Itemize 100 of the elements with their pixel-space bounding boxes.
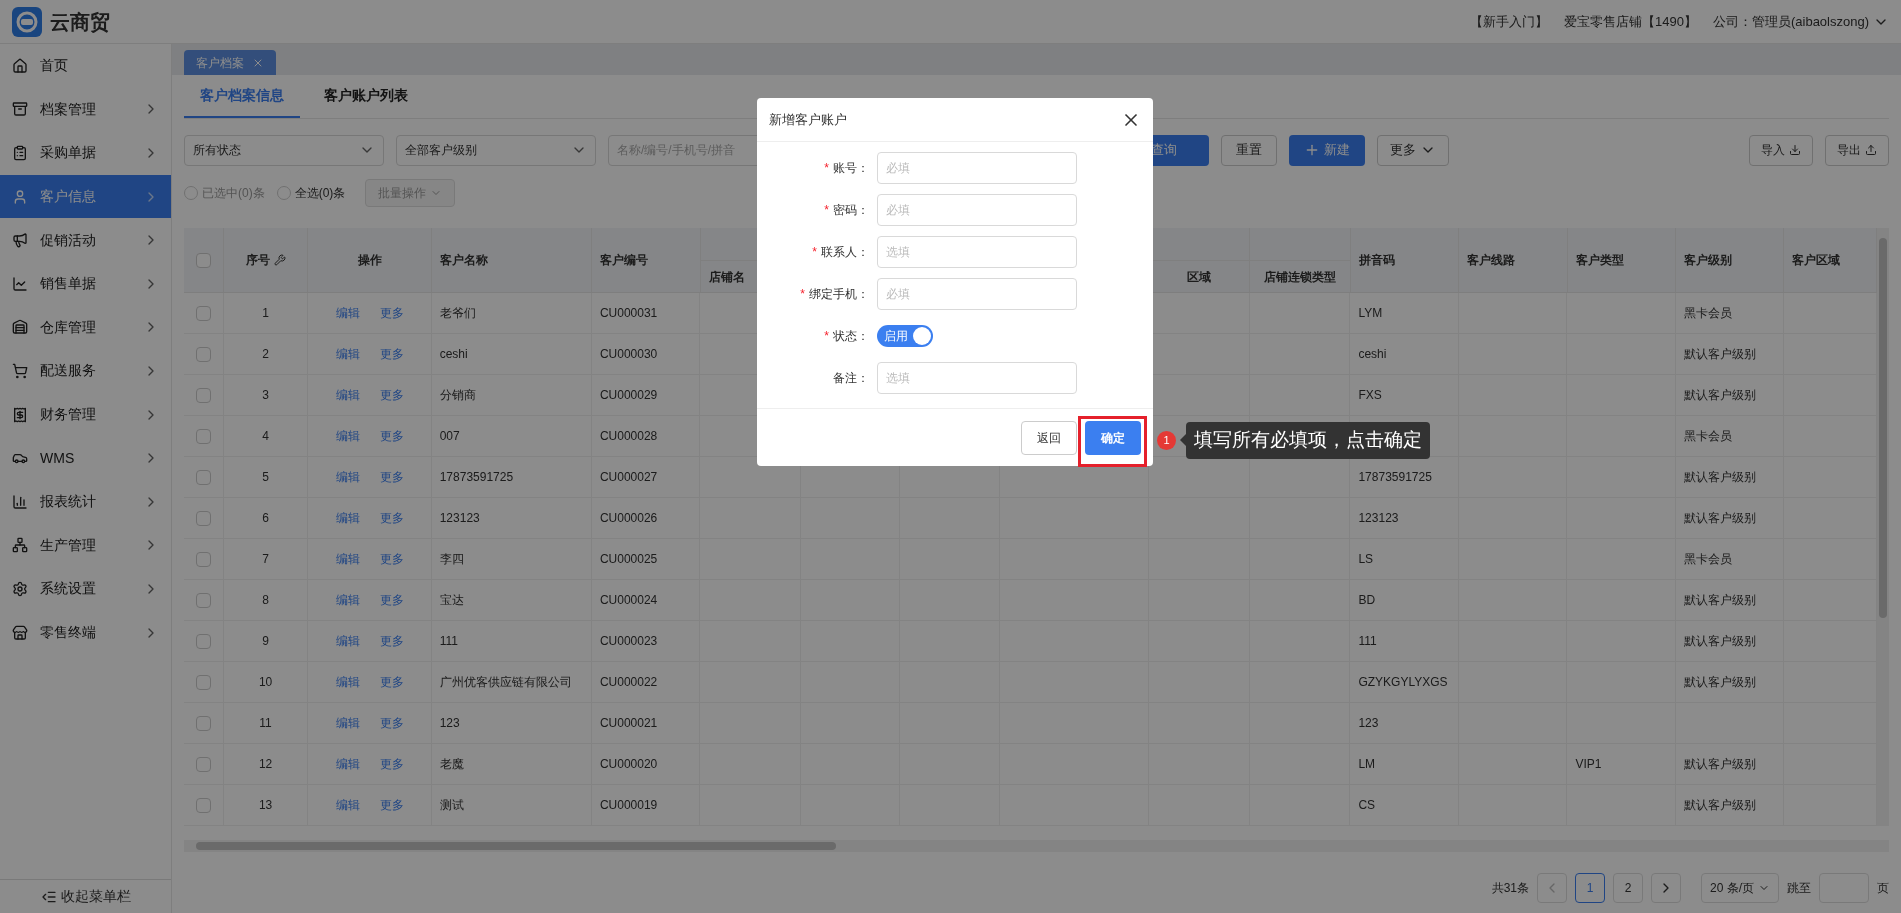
action-link[interactable]: 更多 (379, 468, 404, 486)
input-field[interactable]: 必填 (877, 152, 1077, 184)
action-link[interactable]: 更多 (379, 550, 404, 568)
next-page-button[interactable] (1651, 873, 1681, 903)
action-link[interactable]: 编辑 (335, 304, 360, 322)
table-cell-text: CU000026 (599, 510, 658, 527)
action-link[interactable]: 编辑 (335, 591, 360, 609)
checkbox[interactable] (195, 510, 211, 526)
checkbox[interactable] (195, 305, 211, 321)
level-dropdown[interactable]: 全部客户级别 (396, 134, 596, 166)
wrench-icon[interactable] (273, 254, 286, 266)
action-link[interactable]: 编辑 (335, 468, 360, 486)
header-link[interactable]: 爱宝零售店铺【1490】 (1564, 11, 1697, 32)
action-link[interactable]: 更多 (379, 509, 404, 527)
table-cell-text: CU000027 (599, 469, 658, 486)
action-link[interactable]: 编辑 (335, 796, 360, 814)
column-header: 操作 (357, 252, 382, 269)
page-tab[interactable]: 客户档案 (184, 50, 276, 75)
page-button[interactable]: 2 (1613, 873, 1643, 903)
action-link[interactable]: 编辑 (335, 714, 360, 732)
sidebar-item[interactable]: 档案管理 (0, 87, 171, 132)
action-link[interactable]: 更多 (379, 386, 404, 404)
reset-button[interactable]: 重置 (1221, 134, 1277, 166)
import-button[interactable]: 导入 (1749, 134, 1813, 166)
sub-tab[interactable]: 客户档案信息 (184, 75, 300, 118)
table-cell-text: 宝达 (439, 592, 464, 609)
table-cell-text: 默认客户级别 (1683, 674, 1756, 691)
vertical-scrollbar[interactable] (1877, 228, 1889, 826)
action-link[interactable]: 更多 (379, 673, 404, 691)
checkbox[interactable] (195, 674, 211, 690)
checkbox[interactable] (195, 469, 211, 485)
action-link[interactable]: 更多 (379, 591, 404, 609)
action-link[interactable]: 更多 (379, 755, 404, 773)
column-header: 客户线路 (1467, 252, 1515, 269)
sidebar-item[interactable]: 零售终端 (0, 610, 171, 655)
action-link[interactable]: 更多 (379, 632, 404, 650)
table-cell-text: 123123 (1358, 510, 1399, 527)
action-link[interactable]: 编辑 (335, 345, 360, 363)
table-cell-text: 默认客户级别 (1683, 346, 1756, 363)
sidebar-item[interactable]: 仓库管理 (0, 305, 171, 350)
checkbox[interactable] (195, 428, 211, 444)
action-link[interactable]: 更多 (379, 304, 404, 322)
table-cell-text: 默认客户级别 (1683, 387, 1756, 404)
more-button[interactable]: 更多 (1377, 134, 1449, 166)
sidebar-item[interactable]: 财务管理 (0, 392, 171, 437)
sub-tab[interactable]: 客户账户列表 (308, 75, 424, 118)
menu-item-icon (12, 624, 28, 641)
action-link[interactable]: 更多 (379, 796, 404, 814)
checkbox[interactable] (195, 346, 211, 362)
checkbox[interactable] (195, 756, 211, 772)
action-link[interactable]: 编辑 (335, 550, 360, 568)
input-field[interactable]: 选填 (877, 236, 1077, 268)
table-cell-text: 9 (262, 633, 269, 650)
create-button[interactable]: 新建 (1289, 134, 1365, 166)
page-size-dropdown[interactable]: 20 条/页 (1701, 873, 1779, 903)
action-link[interactable]: 更多 (379, 714, 404, 732)
action-link[interactable]: 编辑 (335, 632, 360, 650)
action-link[interactable]: 更多 (379, 427, 404, 445)
table-cell-text: 默认客户级别 (1683, 469, 1756, 486)
checkbox[interactable] (195, 592, 211, 608)
status-switch[interactable]: 启用 (877, 325, 933, 347)
checkbox[interactable] (195, 715, 211, 731)
sidebar-item[interactable]: 促销活动 (0, 218, 171, 262)
sidebar-item[interactable]: 配送服务 (0, 349, 171, 393)
sidebar-item[interactable]: 首页 (0, 44, 171, 88)
back-button[interactable]: 返回 (1021, 420, 1077, 455)
input-field[interactable]: 选填 (877, 362, 1077, 394)
input-field[interactable]: 必填 (877, 278, 1077, 310)
action-link[interactable]: 编辑 (335, 755, 360, 773)
sidebar-item[interactable]: 系统设置 (0, 567, 171, 611)
sidebar-item[interactable]: 生产管理 (0, 523, 171, 568)
sidebar-item[interactable]: WMS (0, 436, 171, 480)
sidebar-item[interactable]: 客户信息 (0, 174, 171, 219)
export-button[interactable]: 导出 (1825, 134, 1889, 166)
horizontal-scrollbar[interactable] (184, 840, 1889, 852)
action-link[interactable]: 编辑 (335, 386, 360, 404)
table-cell-text: CU000022 (599, 674, 658, 691)
input-field[interactable]: 必填 (877, 194, 1077, 226)
header-link[interactable]: 公司：管理员(aibaolszong) (1712, 11, 1869, 32)
checkbox[interactable] (195, 551, 211, 567)
page-button[interactable]: 1 (1575, 873, 1605, 903)
sidebar-item[interactable]: 报表统计 (0, 479, 171, 524)
checkbox[interactable] (195, 387, 211, 403)
status-dropdown[interactable]: 所有状态 (184, 134, 384, 166)
sidebar-item[interactable]: 销售单据 (0, 261, 171, 306)
table-cell-text: 007 (439, 428, 460, 445)
checkbox[interactable] (195, 797, 211, 813)
action-link[interactable]: 编辑 (335, 673, 360, 691)
sidebar-item[interactable]: 采购单据 (0, 131, 171, 175)
total-count: 共31条 (1491, 880, 1529, 897)
collapse-menu-button[interactable]: 收起菜单栏 (0, 879, 171, 913)
previous-page-button[interactable] (1537, 873, 1567, 903)
checkbox[interactable] (195, 633, 211, 649)
action-link[interactable]: 更多 (379, 345, 404, 363)
checkbox[interactable] (195, 252, 211, 268)
action-link[interactable]: 编辑 (335, 509, 360, 527)
table-cell-text: 老魔 (439, 756, 464, 773)
action-link[interactable]: 编辑 (335, 427, 360, 445)
confirm-button[interactable]: 确定 (1085, 420, 1141, 455)
header-link[interactable]: 【新手入门】 (1470, 11, 1549, 32)
